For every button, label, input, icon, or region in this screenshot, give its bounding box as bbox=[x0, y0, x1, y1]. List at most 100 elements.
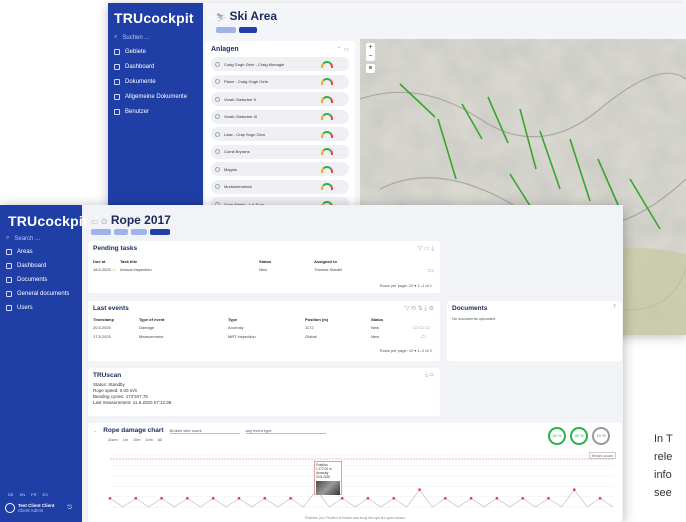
status-dot bbox=[215, 96, 220, 102]
sidebar-item-documents[interactable]: Documents bbox=[6, 277, 69, 283]
card-tools[interactable]: ⤓ ▭ bbox=[425, 372, 434, 379]
layers-icon[interactable]: ≋ bbox=[366, 64, 375, 73]
filter-select-1[interactable]: Broken wire count bbox=[169, 428, 240, 434]
data-point bbox=[598, 497, 602, 500]
gauge-icon bbox=[321, 95, 333, 103]
anlage-row[interactable]: Craig Gogh Gehr - Craig Monagle bbox=[211, 57, 349, 71]
anlage-row[interactable]: Vorab Gletscher II bbox=[211, 92, 349, 106]
sidebar-item-allgemeine-dokumente[interactable]: Allgemeine Dokumente bbox=[114, 94, 187, 100]
range-button[interactable]: Zoom bbox=[108, 438, 118, 442]
sidebar-item-benutzer[interactable]: Benutzer bbox=[114, 109, 187, 115]
folder-icon bbox=[114, 94, 120, 100]
breadcrumb-ski-area[interactable] bbox=[239, 27, 257, 33]
search-icon: ⌕ bbox=[6, 235, 10, 241]
zoom-controls[interactable]: + − bbox=[366, 43, 375, 61]
upload-icon[interactable]: ⤒ bbox=[613, 305, 616, 312]
sidebar-item-dashboard[interactable]: Dashboard bbox=[6, 263, 69, 269]
status-dot bbox=[215, 149, 220, 154]
series-line bbox=[109, 489, 614, 508]
sidebar-item-gebiete[interactable]: Gebiete bbox=[114, 49, 187, 55]
range-button[interactable]: 1m bbox=[123, 438, 128, 442]
breadcrumb-installation[interactable] bbox=[131, 229, 147, 235]
data-point bbox=[469, 497, 473, 500]
documents-card: Documents ⤒ No documents uploaded bbox=[447, 301, 622, 361]
row-actions-icon: ▭ ▭ ▭ bbox=[413, 325, 430, 331]
side-text-line: see bbox=[654, 487, 672, 499]
breadcrumb-area[interactable] bbox=[114, 229, 128, 235]
data-point bbox=[444, 497, 447, 500]
sidebar-item-dokumente[interactable]: Dokumente bbox=[114, 79, 187, 85]
data-point bbox=[237, 497, 241, 500]
breadcrumb-areas[interactable] bbox=[216, 27, 236, 33]
truscan-line: Last measurement: 11.5.2020 07:12:38 bbox=[93, 400, 172, 405]
breadcrumb-areas[interactable] bbox=[91, 229, 111, 235]
data-point bbox=[289, 497, 292, 500]
lang-en[interactable]: EN bbox=[20, 492, 26, 497]
data-point bbox=[495, 497, 499, 500]
anlage-row[interactable]: Laax - Crap Sogn Gion bbox=[211, 127, 349, 141]
search-input[interactable]: ⌕ Suchen ... bbox=[114, 34, 149, 41]
documents-empty: No documents uploaded bbox=[452, 316, 496, 321]
lang-fr[interactable]: FR bbox=[31, 492, 36, 497]
data-point bbox=[186, 497, 189, 500]
user-icon bbox=[6, 305, 12, 311]
sidebar-item-users[interactable]: Users bbox=[6, 305, 69, 311]
status-dot bbox=[215, 79, 220, 84]
data-point bbox=[547, 497, 550, 500]
range-button[interactable]: All bbox=[158, 438, 162, 442]
chart-tooltip: Position: 1'172.00 m Anomaly 20.5.2020 bbox=[314, 461, 342, 495]
lang-es[interactable]: ES bbox=[42, 492, 47, 497]
anlage-row[interactable]: Magnis bbox=[211, 162, 349, 176]
gauge-icon bbox=[321, 148, 333, 155]
search-icon: ⌕ bbox=[114, 34, 118, 40]
chart-plot[interactable] bbox=[88, 445, 622, 515]
status-dot bbox=[215, 184, 220, 189]
lang-de[interactable]: DE bbox=[8, 492, 14, 497]
card-title: TRUscan bbox=[93, 372, 122, 379]
anlage-row[interactable]: Curnit Bryrans bbox=[211, 144, 349, 159]
sidebar-item-dashboard[interactable]: Dashboard bbox=[114, 64, 187, 70]
grid-icon bbox=[114, 64, 120, 70]
gauge-icon bbox=[321, 113, 333, 120]
row-action-icon: ▭ bbox=[421, 334, 426, 340]
pagination[interactable]: Rows per page: 10 ▾ 1–2 of 2 bbox=[380, 348, 432, 353]
language-switcher[interactable]: DE EN FR ES bbox=[8, 492, 48, 497]
sidebar-item-areas[interactable]: Areas bbox=[6, 249, 69, 255]
sidebar-item-general-documents[interactable]: General documents bbox=[6, 291, 69, 297]
folder-icon bbox=[6, 291, 12, 297]
rope-photo bbox=[316, 481, 340, 495]
user-profile[interactable]: Test Client Client Client Admin ⎋ bbox=[5, 503, 72, 513]
status-dot bbox=[215, 131, 220, 137]
card-tools[interactable]: ▽ ▭ ⤓ bbox=[418, 245, 434, 253]
data-point bbox=[263, 497, 266, 500]
card-tools[interactable]: ▽ ⟲ ⇅ ⤓ ⚙ bbox=[405, 305, 434, 313]
anlage-row[interactable]: Vorab Gletscher III bbox=[211, 109, 349, 124]
data-point bbox=[134, 497, 137, 500]
anlage-row[interactable]: Murtschenstock bbox=[211, 179, 349, 194]
zoom-ranges[interactable]: Zoom 1m 10m 10m All bbox=[108, 438, 162, 442]
filter-select-2[interactable]: any event type bbox=[245, 428, 326, 434]
page-title: ▭ ⊙ Rope 2017 bbox=[91, 213, 171, 227]
gauge-ring: 10 % bbox=[592, 427, 610, 445]
rope-window: TRUcockpit ◂ ☰ ⌕ Search ... Areas Dashboar… bbox=[0, 205, 623, 522]
breadcrumb-rope[interactable] bbox=[150, 229, 170, 235]
truscan-card: TRUscan ⤓ ▭ Status: Standby Rope speed: 0… bbox=[88, 368, 440, 416]
data-point bbox=[521, 497, 524, 500]
range-button[interactable]: 10m bbox=[133, 438, 140, 442]
data-point bbox=[341, 497, 344, 500]
data-point bbox=[212, 497, 215, 500]
pagination[interactable]: Rows per page: 10 ▾ 1–1 of 1 bbox=[380, 283, 432, 288]
data-point bbox=[108, 497, 112, 500]
data-point bbox=[160, 497, 163, 500]
range-button[interactable]: 10m bbox=[145, 438, 152, 442]
anlage-row[interactable]: Plaun - Craig Gogh Gehr bbox=[211, 74, 349, 89]
ski-icon: ⛷ bbox=[216, 13, 227, 22]
edit-icon: ▭ bbox=[428, 268, 434, 274]
card-title: Rope damage chart bbox=[103, 427, 164, 434]
rope-icon: ▭ ⊙ bbox=[91, 217, 108, 226]
logo: TRUcockpit bbox=[8, 213, 88, 229]
anlagen-title: Anlagen bbox=[211, 46, 239, 53]
panel-actions-icon[interactable]: ⌃ ▭ bbox=[337, 46, 349, 53]
search-input[interactable]: ⌕ Search ... bbox=[6, 235, 40, 242]
collapse-icon: ⌄ bbox=[93, 427, 98, 434]
